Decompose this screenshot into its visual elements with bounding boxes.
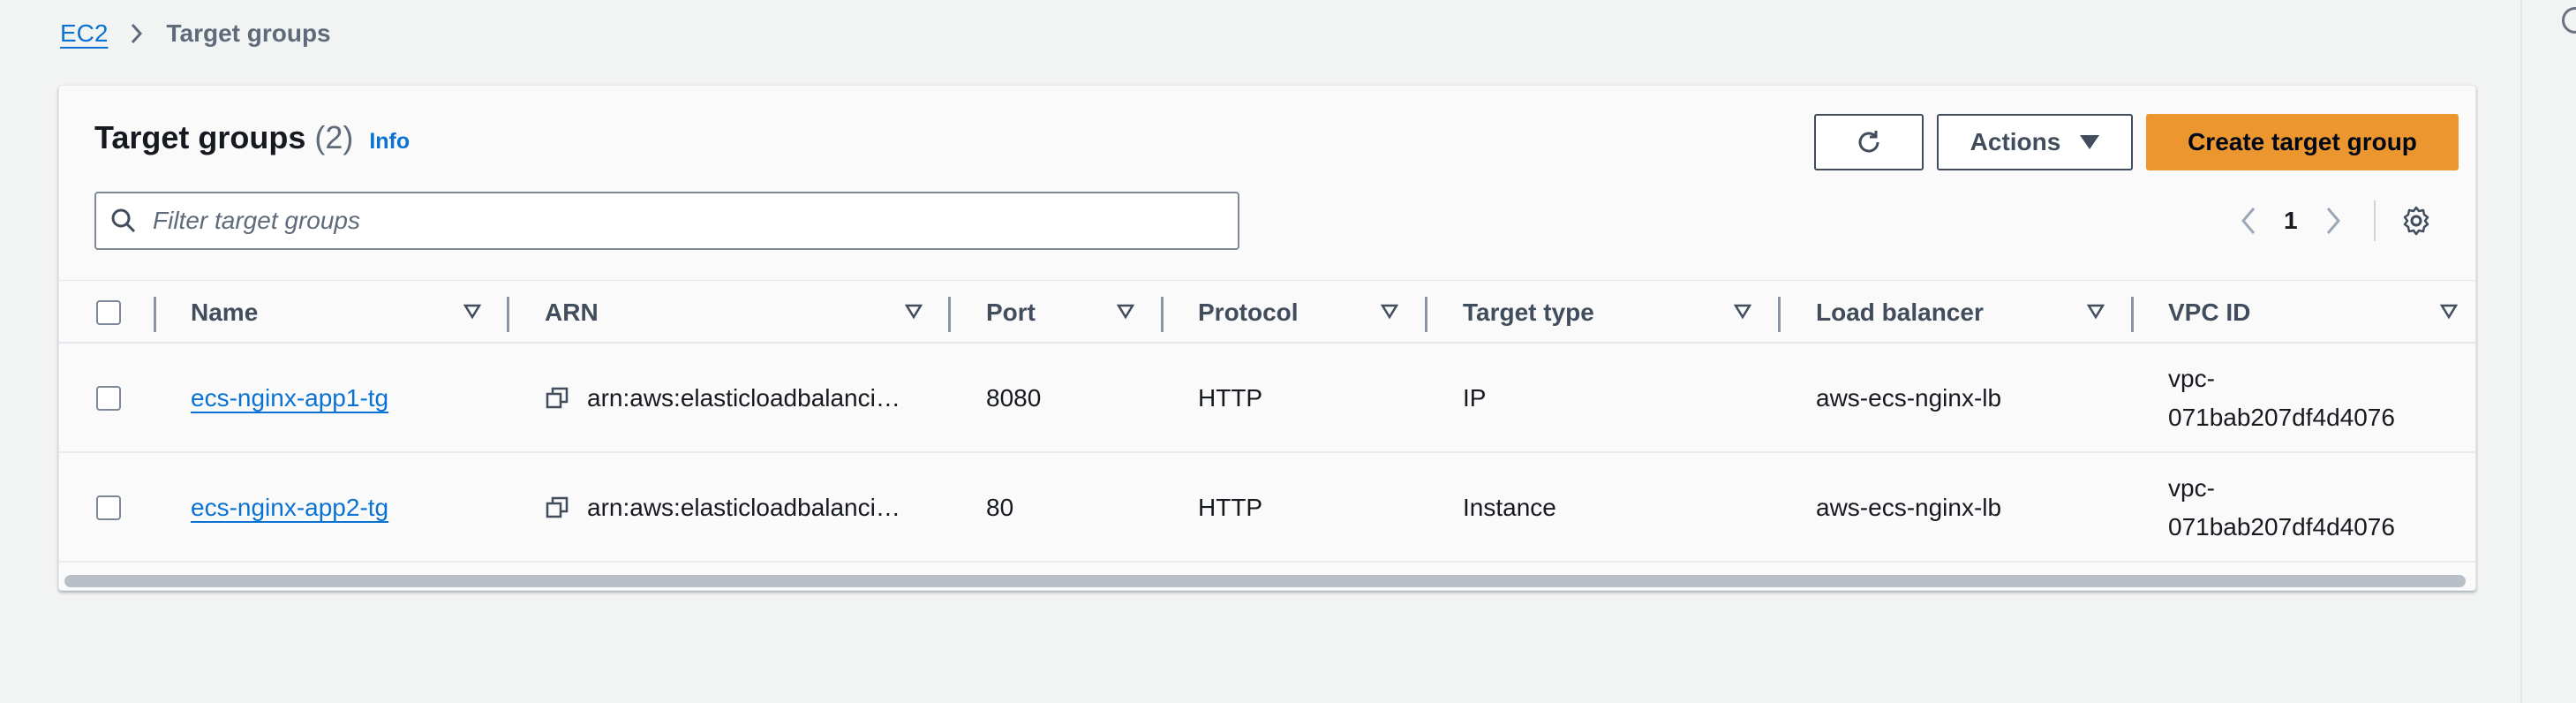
vpc-id-value: vpc- 071bab207df4d4076	[2168, 344, 2395, 453]
copy-icon[interactable]	[545, 495, 569, 520]
search-icon	[111, 208, 136, 233]
sort-icon[interactable]	[1381, 304, 1398, 320]
page-title: Target groups	[94, 119, 306, 155]
gear-icon[interactable]	[2400, 205, 2432, 237]
target-type-value: Instance	[1463, 494, 1556, 521]
item-count: (2)	[314, 119, 354, 155]
sort-icon[interactable]	[1734, 304, 1751, 320]
copy-icon[interactable]	[545, 386, 569, 411]
column-header-protocol[interactable]: Protocol	[1198, 281, 1299, 344]
column-header-port[interactable]: Port	[986, 281, 1036, 344]
actions-dropdown-button[interactable]: Actions	[1937, 114, 2133, 170]
sort-icon[interactable]	[463, 304, 481, 320]
chevron-left-icon[interactable]	[2240, 206, 2257, 236]
column-header-name[interactable]: Name	[191, 281, 258, 344]
breadcrumb-ec2-link[interactable]: EC2	[60, 19, 108, 48]
protocol-value: HTTP	[1198, 384, 1263, 412]
right-divider	[2520, 0, 2522, 703]
help-icon[interactable]	[2562, 7, 2576, 34]
chevron-right-icon[interactable]	[2324, 206, 2342, 236]
column-divider	[507, 297, 509, 332]
column-header-vpc-id[interactable]: VPC ID	[2168, 281, 2250, 344]
sort-icon[interactable]	[1117, 304, 1134, 320]
horizontal-scrollbar[interactable]	[64, 575, 2466, 587]
filter-input[interactable]	[153, 207, 1194, 235]
column-divider	[948, 297, 951, 332]
create-target-group-button[interactable]: Create target group	[2146, 114, 2459, 170]
load-balancer-value: aws-ecs-nginx-lb	[1816, 494, 2002, 521]
sort-icon[interactable]	[2440, 304, 2458, 320]
target-group-name-link[interactable]: ecs-nginx-app1-tg	[191, 384, 388, 412]
breadcrumb-current: Target groups	[166, 19, 331, 47]
refresh-button[interactable]	[1814, 114, 1924, 170]
column-header-target-type[interactable]: Target type	[1463, 281, 1594, 344]
column-divider	[2131, 297, 2134, 332]
column-divider	[1425, 297, 1427, 332]
column-divider	[154, 297, 156, 332]
chevron-right-icon	[132, 23, 143, 44]
table-header: Name ARN Port Protocol Target type Load …	[59, 280, 2475, 344]
sort-icon[interactable]	[905, 304, 923, 320]
column-divider	[1778, 297, 1781, 332]
vpc-id-line1: vpc-	[2168, 474, 2215, 502]
column-header-load-balancer[interactable]: Load balancer	[1816, 281, 1984, 344]
pagination: 1	[2240, 199, 2432, 243]
arn-value: arn:aws:elasticloadbalanci…	[587, 494, 900, 521]
select-all-checkbox[interactable]	[96, 300, 121, 325]
target-groups-panel: Target groups (2) Info Actions Create ta…	[58, 85, 2476, 591]
column-header-arn[interactable]: ARN	[545, 281, 599, 344]
row-checkbox[interactable]	[96, 386, 121, 411]
current-page[interactable]: 1	[2284, 207, 2298, 235]
actions-label: Actions	[1970, 128, 2061, 155]
breadcrumb: EC2 Target groups	[60, 19, 331, 48]
sort-icon[interactable]	[2087, 304, 2105, 320]
pagination-divider	[2373, 200, 2376, 241]
vpc-id-line2: 071bab207df4d4076	[2168, 404, 2395, 431]
panel-header: Target groups (2) Info	[94, 119, 410, 156]
arn-value: arn:aws:elasticloadbalanci…	[587, 384, 900, 412]
vpc-id-value: vpc- 071bab207df4d4076	[2168, 453, 2395, 563]
caret-down-icon	[2080, 135, 2100, 149]
vpc-id-line1: vpc-	[2168, 365, 2215, 392]
row-checkbox[interactable]	[96, 495, 121, 520]
refresh-icon	[1858, 131, 1879, 153]
column-divider	[1161, 297, 1164, 332]
port-value: 8080	[986, 384, 1042, 412]
port-value: 80	[986, 494, 1014, 521]
table-row[interactable]: ecs-nginx-app2-tg arn:aws:elasticloadbal…	[59, 453, 2475, 563]
protocol-value: HTTP	[1198, 494, 1263, 521]
filter-field[interactable]	[94, 192, 1239, 250]
load-balancer-value: aws-ecs-nginx-lb	[1816, 384, 2002, 412]
table-row[interactable]: ecs-nginx-app1-tg arn:aws:elasticloadbal…	[59, 344, 2475, 453]
target-group-name-link[interactable]: ecs-nginx-app2-tg	[191, 494, 388, 522]
info-link[interactable]: Info	[369, 129, 410, 155]
target-type-value: IP	[1463, 384, 1487, 412]
vpc-id-line2: 071bab207df4d4076	[2168, 513, 2395, 540]
